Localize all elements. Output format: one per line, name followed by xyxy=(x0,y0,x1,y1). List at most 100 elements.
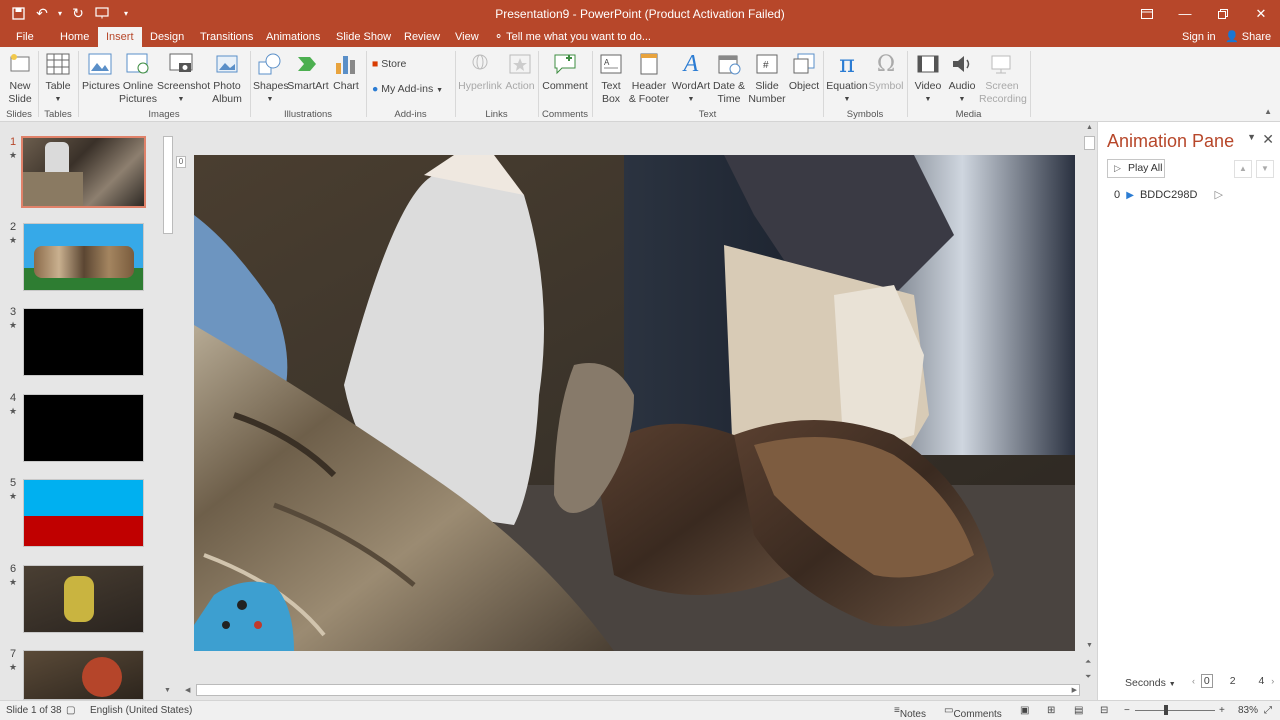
action-button[interactable]: Action xyxy=(504,51,536,93)
audio-button[interactable]: Audio ▼ xyxy=(945,51,979,106)
share-button[interactable]: 👤 Share xyxy=(1225,27,1271,47)
timeline-tick: 4 xyxy=(1258,675,1265,687)
thumbnail-slide-6[interactable] xyxy=(23,565,144,633)
screenshot-button[interactable]: Screenshot ▼ xyxy=(157,51,210,106)
thumbnail-slide-2[interactable] xyxy=(23,223,144,291)
tab-review[interactable]: Review xyxy=(396,27,448,47)
minimize-icon[interactable]: — xyxy=(1166,0,1204,27)
svg-text:A: A xyxy=(604,58,610,67)
reading-view-icon[interactable]: ▤ xyxy=(1074,705,1083,716)
animation-item[interactable]: 0 ▶ BDDC298D ▷ xyxy=(1114,188,1223,201)
symbol-button[interactable]: Ω Symbol xyxy=(868,51,904,93)
date-time-button[interactable]: Date & Time xyxy=(711,51,747,106)
zoom-in-icon[interactable]: + xyxy=(1219,705,1225,716)
slide-counter[interactable]: Slide 1 of 38 xyxy=(6,705,62,716)
pictures-button[interactable]: Pictures xyxy=(82,51,120,93)
tab-design[interactable]: Design xyxy=(142,27,192,47)
move-down-icon[interactable]: ▼ xyxy=(1256,160,1274,178)
scrollbar-thumb[interactable] xyxy=(1084,136,1095,150)
thumbnail-slide-4[interactable] xyxy=(23,394,144,462)
previous-slide-icon[interactable]: ⏶ xyxy=(1085,657,1091,667)
online-pictures-button[interactable]: Online Pictures xyxy=(119,51,157,106)
play-icon: ▷ xyxy=(1114,163,1121,173)
header-footer-button[interactable]: Header & Footer xyxy=(627,51,671,106)
speaker-icon xyxy=(949,51,975,77)
ribbon-display-options-icon[interactable] xyxy=(1128,0,1166,27)
zoom-level[interactable]: 83% xyxy=(1238,705,1258,716)
slide-vertical-scrollbar[interactable]: ▲ ▼ ⏶ ⏷ xyxy=(1083,122,1097,700)
photo-album-button[interactable]: Photo Album xyxy=(207,51,247,106)
text-box-button[interactable]: A Text Box xyxy=(596,51,626,106)
group-label-illustrations: Illustrations xyxy=(283,109,333,120)
hyperlink-button[interactable]: Hyperlink xyxy=(457,51,503,93)
slide-canvas[interactable] xyxy=(194,155,1075,651)
comment-button[interactable]: Comment xyxy=(541,51,589,93)
seconds-dropdown[interactable]: Seconds ▼ xyxy=(1125,677,1176,689)
screen-recording-button[interactable]: Screen Recording xyxy=(979,51,1027,106)
tab-transitions[interactable]: Transitions xyxy=(192,27,261,47)
close-icon[interactable]: ✕ xyxy=(1262,131,1274,148)
photo-album-icon xyxy=(214,51,240,77)
zoom-slider-thumb[interactable] xyxy=(1164,705,1168,715)
tab-insert[interactable]: Insert xyxy=(98,27,142,47)
date-time-label: Date & Time xyxy=(712,80,746,105)
equation-button[interactable]: π Equation ▼ xyxy=(826,51,868,106)
animation-pane: Animation Pane ▼ ✕ ▷ Play All ▲ ▼ 0 ▶ BD… xyxy=(1097,122,1280,700)
timeline-left-icon[interactable]: ‹ xyxy=(1192,676,1195,686)
scroll-right-icon[interactable]: ▶ xyxy=(1072,686,1077,694)
scrollbar-thumb[interactable] xyxy=(163,136,173,234)
restore-icon[interactable] xyxy=(1204,0,1242,27)
play-all-button[interactable]: ▷ Play All xyxy=(1107,159,1165,178)
thumbnail-slide-5[interactable] xyxy=(23,479,144,547)
next-slide-icon[interactable]: ⏷ xyxy=(1085,672,1091,682)
new-slide-button[interactable]: New Slide xyxy=(4,51,36,106)
slide-number-button[interactable]: # Slide Number xyxy=(747,51,787,106)
chart-button[interactable]: Chart xyxy=(331,51,361,93)
tab-animations[interactable]: Animations xyxy=(258,27,328,47)
tab-file[interactable]: File xyxy=(8,27,42,47)
my-addins-button[interactable]: ● My Add-ins ▼ xyxy=(372,83,456,97)
shapes-button[interactable]: Shapes ▼ xyxy=(253,51,289,106)
sign-in-link[interactable]: Sign in xyxy=(1182,27,1216,47)
scroll-left-icon[interactable]: ◀ xyxy=(185,686,190,694)
smartart-button[interactable]: SmartArt xyxy=(287,51,329,93)
language-indicator[interactable]: English (United States) xyxy=(90,705,192,716)
scroll-down-icon[interactable]: ▼ xyxy=(1086,642,1093,649)
group-label-media: Media xyxy=(955,109,982,120)
fit-slide-icon[interactable]: ⤢ xyxy=(1264,705,1272,716)
tab-view[interactable]: View xyxy=(447,27,487,47)
close-icon[interactable]: ✕ xyxy=(1242,0,1280,27)
animation-tag[interactable]: 0 xyxy=(176,156,186,168)
move-up-icon[interactable]: ▲ xyxy=(1234,160,1252,178)
video-button[interactable]: Video ▼ xyxy=(911,51,945,106)
object-button[interactable]: Object xyxy=(787,51,821,93)
thumbnail-scrollbar[interactable]: ▼ xyxy=(161,122,175,700)
slideshow-view-icon[interactable]: ⊟ xyxy=(1100,705,1108,716)
scroll-down-icon[interactable]: ▼ xyxy=(164,687,171,694)
thumbnail-slide-7[interactable] xyxy=(23,650,144,700)
thumbnail-slide-3[interactable] xyxy=(23,308,144,376)
tell-me-box[interactable]: ⚬ Tell me what you want to do... xyxy=(494,27,651,47)
normal-view-icon[interactable]: ▣ xyxy=(1020,705,1029,716)
horizontal-scrollbar[interactable]: ◀ ▶ xyxy=(185,684,1080,696)
spell-check-icon[interactable]: ▢ xyxy=(66,705,75,716)
notes-button[interactable]: ≡ Notes xyxy=(894,705,926,720)
collapse-ribbon-icon[interactable]: ▲ xyxy=(1264,107,1272,116)
slide-sorter-icon[interactable]: ⊞ xyxy=(1047,705,1055,716)
timeline-right-icon[interactable]: › xyxy=(1271,676,1274,686)
table-button[interactable]: Table ▼ xyxy=(42,51,74,106)
media-play-icon: ▶ xyxy=(1126,190,1134,201)
zoom-out-icon[interactable]: − xyxy=(1124,705,1130,716)
pane-options-icon[interactable]: ▼ xyxy=(1247,132,1256,142)
tab-slide-show[interactable]: Slide Show xyxy=(328,27,399,47)
timeline-ruler[interactable]: ‹ 0 2 4 › xyxy=(1192,674,1274,688)
store-button[interactable]: ■ Store xyxy=(372,58,452,71)
group-separator xyxy=(592,51,593,117)
wordart-button[interactable]: A WordArt ▼ xyxy=(671,51,711,106)
thumbnail-slide-1[interactable] xyxy=(21,136,146,208)
scroll-up-icon[interactable]: ▲ xyxy=(1086,124,1093,131)
comments-button[interactable]: ▭ Comments xyxy=(944,705,1002,720)
tab-home[interactable]: Home xyxy=(52,27,97,47)
hyperlink-label: Hyperlink xyxy=(458,80,502,92)
zoom-slider[interactable] xyxy=(1135,710,1215,711)
